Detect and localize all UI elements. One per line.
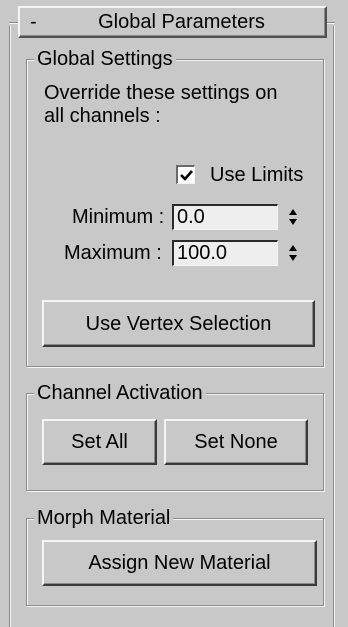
- use-vertex-selection-button[interactable]: Use Vertex Selection: [42, 300, 315, 347]
- minimum-spinner[interactable]: [285, 204, 301, 230]
- global-settings-label: Global Settings: [34, 48, 176, 70]
- rollout-frame-left: [9, 26, 11, 627]
- override-description-line1: Override these settings on: [44, 82, 278, 104]
- maximum-label: Maximum :: [64, 242, 162, 264]
- rollout-header-global-parameters[interactable]: - Global Parameters: [18, 6, 327, 38]
- channel-activation-label: Channel Activation: [34, 382, 206, 404]
- set-none-button[interactable]: Set None: [164, 419, 308, 465]
- spinner-arrows-icon: [289, 245, 297, 261]
- rollout-frame-top-right: [327, 22, 335, 24]
- minimum-label: Minimum :: [72, 206, 165, 228]
- morph-material-label: Morph Material: [34, 507, 174, 529]
- checkmark-icon: [180, 170, 193, 181]
- global-parameters-panel: - Global Parameters Global Settings Over…: [0, 0, 348, 627]
- minimum-input[interactable]: 0.0: [172, 204, 278, 230]
- override-description-line2: all channels :: [44, 105, 161, 127]
- rollout-frame-top-left: [9, 22, 18, 24]
- rollout-title: Global Parameters: [98, 11, 265, 33]
- use-limits-label[interactable]: Use Limits: [210, 163, 303, 187]
- maximum-spinner[interactable]: [285, 240, 301, 266]
- use-limits-checkbox[interactable]: [176, 165, 195, 184]
- assign-new-material-button[interactable]: Assign New Material: [42, 540, 317, 586]
- maximum-input[interactable]: 100.0: [172, 240, 278, 266]
- set-all-button[interactable]: Set All: [42, 419, 157, 465]
- spinner-arrows-icon: [289, 209, 297, 225]
- rollout-frame-right: [333, 26, 335, 627]
